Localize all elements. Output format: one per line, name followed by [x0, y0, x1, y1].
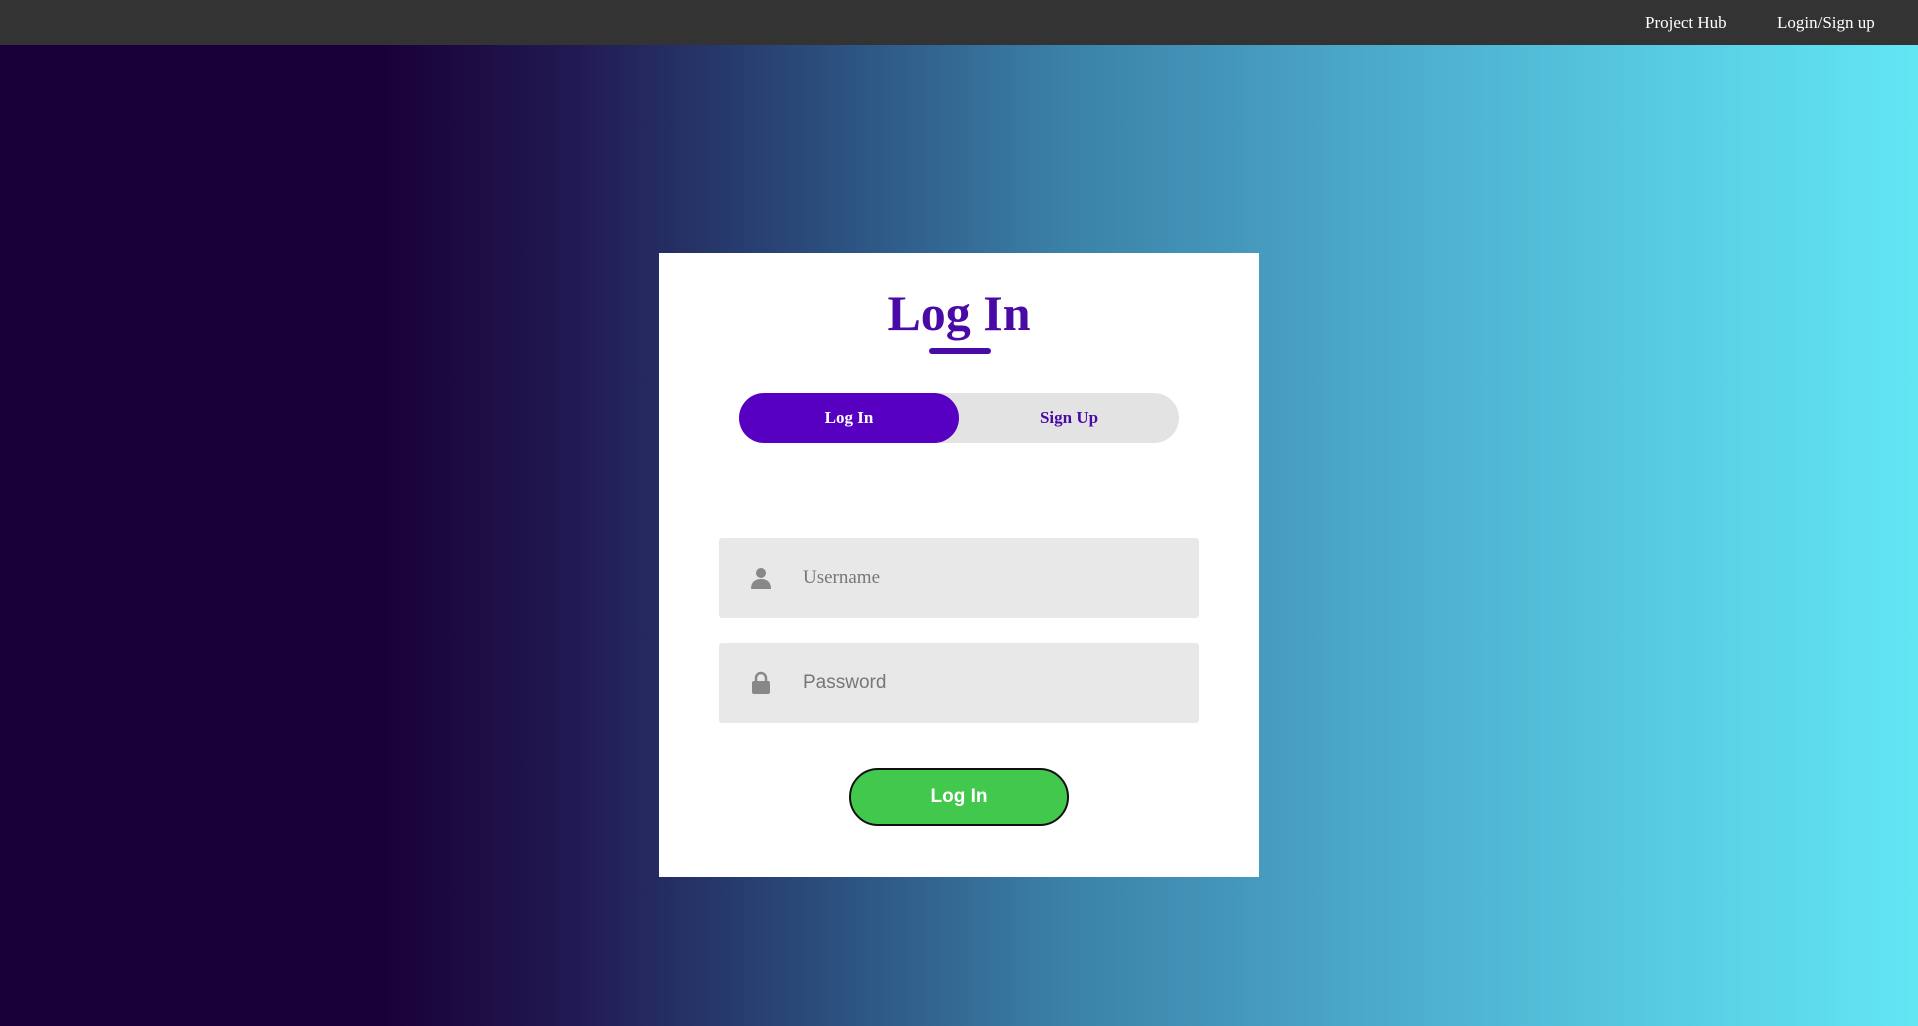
- auth-mode-toggle: Log In Sign Up: [739, 393, 1179, 443]
- title-underline: [929, 348, 991, 354]
- tab-signup[interactable]: Sign Up: [959, 393, 1179, 443]
- top-navbar: Project Hub Login/Sign up: [0, 0, 1918, 45]
- nav-link-login-signup[interactable]: Login/Sign up: [1777, 0, 1875, 45]
- password-input[interactable]: [803, 643, 1183, 723]
- lock-icon: [749, 671, 773, 695]
- password-field: [719, 643, 1199, 723]
- tab-login[interactable]: Log In: [739, 393, 959, 443]
- username-input[interactable]: [803, 538, 1183, 618]
- username-field: [719, 538, 1199, 618]
- page-title: Log In: [887, 285, 1031, 341]
- login-card: Log In Log In Sign Up Log In: [659, 253, 1259, 877]
- login-submit-button[interactable]: Log In: [849, 768, 1069, 826]
- nav-link-project-hub[interactable]: Project Hub: [1645, 0, 1727, 45]
- user-icon: [749, 566, 773, 590]
